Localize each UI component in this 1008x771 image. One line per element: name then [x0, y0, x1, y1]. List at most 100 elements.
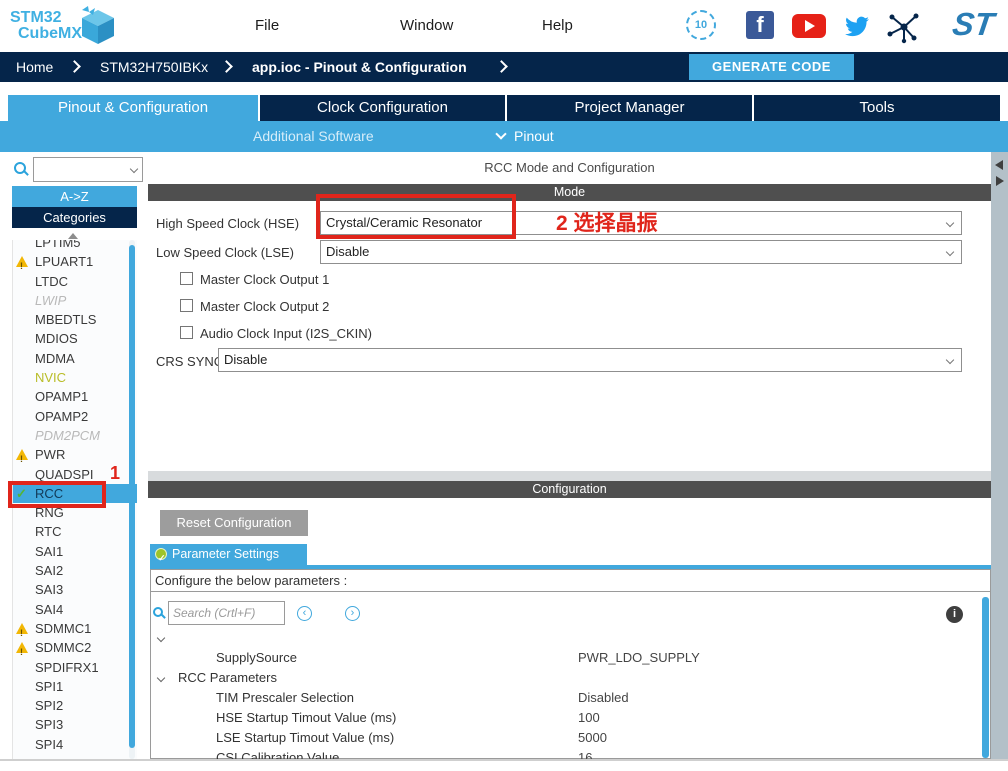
- sidebar-item-sdmmc2[interactable]: SDMMC2: [13, 638, 137, 657]
- sidebar-item-pdm2pcm[interactable]: PDM2PCM: [13, 426, 137, 445]
- breadcrumb-mcu[interactable]: STM32H750IBKx: [100, 59, 208, 75]
- breadcrumb-separator-icon: [220, 60, 233, 73]
- tree-root-row[interactable]: [150, 628, 980, 648]
- breadcrumb-home[interactable]: Home: [16, 59, 53, 75]
- sidebar-item-mdma[interactable]: MDMA: [13, 349, 137, 368]
- twitter-icon[interactable]: [841, 12, 871, 38]
- chevron-down-icon: [946, 356, 954, 364]
- sidebar-item-sdmmc1[interactable]: SDMMC1: [13, 619, 137, 638]
- audio-clock-input-checkbox[interactable]: [180, 326, 193, 339]
- facebook-icon[interactable]: f: [746, 11, 774, 39]
- sidebar-item-rtc[interactable]: RTC: [13, 522, 137, 541]
- params-scrollbar-thumb[interactable]: [982, 597, 989, 758]
- st-logo-icon[interactable]: ST: [941, 6, 1005, 46]
- master-clock-output-1-checkbox[interactable]: [180, 272, 193, 285]
- param-value[interactable]: 16: [578, 748, 592, 759]
- master-clock-output-2-checkbox[interactable]: [180, 299, 193, 312]
- chevron-down-icon: [946, 248, 954, 256]
- sidebar-item-nvic[interactable]: NVIC: [13, 368, 137, 387]
- sidebar-item-rcc[interactable]: RCC: [13, 484, 137, 503]
- tab-clock-configuration[interactable]: Clock Configuration: [260, 95, 505, 121]
- sidebar-item-sai4[interactable]: SAI4: [13, 600, 137, 619]
- search-next-button[interactable]: [345, 606, 360, 621]
- param-value[interactable]: Disabled: [578, 688, 629, 708]
- additional-software-link[interactable]: Additional Software: [253, 128, 374, 144]
- sidebar-item-sai2[interactable]: SAI2: [13, 561, 137, 580]
- lse-combobox[interactable]: Disable: [320, 240, 962, 264]
- sidebar-search-input[interactable]: [33, 157, 143, 182]
- generate-code-button[interactable]: GENERATE CODE: [689, 54, 854, 80]
- sidebar-item-opamp2[interactable]: OPAMP2: [13, 407, 137, 426]
- top-header: STM32 CubeMX File Window Help 10 f: [0, 0, 1008, 52]
- param-row[interactable]: TIM Prescaler Selection Disabled: [150, 688, 980, 708]
- sidebar-item-opamp1[interactable]: OPAMP1: [13, 387, 137, 406]
- param-name: LSE Startup Timout Value (ms): [216, 728, 394, 748]
- annotation-step1: 1: [110, 463, 120, 484]
- sidebar-item-lpuart1[interactable]: LPUART1: [13, 252, 137, 271]
- sidebar-item-spi4[interactable]: SPI4: [13, 735, 137, 754]
- sidebar-item-lwip[interactable]: LWIP: [13, 291, 137, 310]
- param-row[interactable]: HSE Startup Timout Value (ms) 100: [150, 708, 980, 728]
- param-name: TIM Prescaler Selection: [216, 688, 354, 708]
- param-name: SupplySource: [216, 648, 297, 668]
- chevron-down-icon: [946, 219, 954, 227]
- scroll-up-icon[interactable]: [68, 233, 78, 239]
- sidebar-item-spi1[interactable]: SPI1: [13, 677, 137, 696]
- reset-configuration-button[interactable]: Reset Configuration: [160, 510, 308, 536]
- ten-years-badge-icon[interactable]: 10: [686, 10, 716, 40]
- pinout-menu[interactable]: Pinout: [514, 128, 554, 144]
- pinout-subbar: Additional Software Pinout: [0, 121, 1008, 152]
- param-row[interactable]: CSI Calibration Value 16: [150, 748, 980, 759]
- tab-project-manager[interactable]: Project Manager: [507, 95, 752, 121]
- tab-pinout-configuration[interactable]: Pinout & Configuration: [8, 95, 258, 121]
- collapse-icon[interactable]: [157, 634, 165, 642]
- info-icon[interactable]: i: [946, 606, 963, 623]
- menu-file[interactable]: File: [255, 17, 279, 34]
- params-search-input[interactable]: [168, 601, 285, 625]
- collapse-icon[interactable]: [157, 674, 165, 682]
- param-value[interactable]: 100: [578, 708, 600, 728]
- param-value[interactable]: 5000: [578, 728, 607, 748]
- sidebar-item-mdios[interactable]: MDIOS: [13, 329, 137, 348]
- youtube-icon[interactable]: [792, 14, 826, 38]
- crs-sync-combobox[interactable]: Disable: [218, 348, 962, 372]
- param-name: HSE Startup Timout Value (ms): [216, 708, 396, 728]
- param-row[interactable]: SupplySource PWR_LDO_SUPPLY: [150, 648, 980, 668]
- breadcrumb-project[interactable]: app.ioc - Pinout & Configuration: [252, 59, 467, 75]
- sidebar-item-rng[interactable]: RNG: [13, 503, 137, 522]
- tab-tools[interactable]: Tools: [754, 95, 1000, 121]
- sidebar-item-sai3[interactable]: SAI3: [13, 580, 137, 599]
- sidebar-item-lptim5[interactable]: LPTIM5: [13, 240, 137, 252]
- peripheral-list: LPTIM5 LPUART1 LTDC LWIP MBEDTLS MDIOS M…: [12, 240, 137, 759]
- sidebar-item-spi3[interactable]: SPI3: [13, 715, 137, 734]
- categories-button[interactable]: Categories: [12, 207, 137, 228]
- collapse-left-icon[interactable]: [995, 160, 1003, 170]
- sidebar-item-spdifrx1[interactable]: SPDIFRX1: [13, 658, 137, 677]
- section-divider: [148, 471, 991, 481]
- bottom-border: [0, 759, 1008, 761]
- hse-label: High Speed Clock (HSE): [156, 216, 299, 231]
- sidebar-item-sai1[interactable]: SAI1: [13, 542, 137, 561]
- master-clock-output-1-label: Master Clock Output 1: [200, 272, 329, 287]
- sidebar-item-spi2[interactable]: SPI2: [13, 696, 137, 715]
- panel-collapse-strip: [991, 152, 1008, 759]
- collapse-right-icon[interactable]: [996, 176, 1004, 186]
- configure-note: Configure the below parameters :: [151, 570, 990, 592]
- logo-text-cubemx: CubeMX: [10, 26, 82, 42]
- tab-parameter-settings[interactable]: Parameter Settings: [150, 544, 307, 565]
- community-network-icon[interactable]: [886, 10, 922, 44]
- param-group-row[interactable]: RCC Parameters: [150, 668, 980, 688]
- param-row[interactable]: LSE Startup Timout Value (ms) 5000: [150, 728, 980, 748]
- sidebar-item-mbedtls[interactable]: MBEDTLS: [13, 310, 137, 329]
- sidebar-item-ltdc[interactable]: LTDC: [13, 272, 137, 291]
- logo-text-stm32: STM32: [10, 10, 82, 26]
- menu-window[interactable]: Window: [400, 17, 453, 34]
- sidebar-item-pwr[interactable]: PWR: [13, 445, 137, 464]
- lse-label: Low Speed Clock (LSE): [156, 245, 294, 260]
- warning-icon: [16, 449, 28, 460]
- sidebar-scrollbar-thumb[interactable]: [129, 245, 135, 748]
- param-value[interactable]: PWR_LDO_SUPPLY: [578, 648, 700, 668]
- az-sort-button[interactable]: A->Z: [12, 186, 137, 207]
- menu-help[interactable]: Help: [542, 17, 573, 34]
- search-prev-button[interactable]: [297, 606, 312, 621]
